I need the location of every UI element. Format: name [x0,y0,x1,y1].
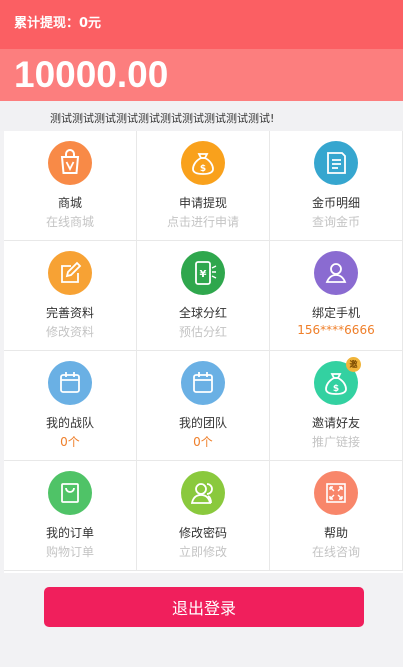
menu-item-label: 商城 [57,196,82,210]
calendar-icon [48,361,92,405]
menu-item-bind-phone[interactable]: 绑定手机 156****6666 [270,241,403,351]
users-icon [181,471,225,515]
notice-bar: 测试测试测试测试测试测试测试测试测试测试! [0,101,403,131]
menu-item-label: 我的团队 [178,416,227,430]
header-bar: 累计提现：0元 [0,0,403,49]
menu-item-withdraw[interactable]: $ 申请提现 点击进行申请 [137,131,270,241]
menu-item-change-password[interactable]: 修改密码 立即修改 [137,461,270,571]
edit-icon [48,251,92,295]
menu-item-sub: 点击进行申请 [166,215,239,229]
bound-phone-number: 156****6666 [297,323,375,337]
menu-item-sub: 在线咨询 [311,545,360,559]
menu-item-sub: 购物订单 [45,545,94,559]
shopping-bag-icon [48,141,92,185]
menu-item-help[interactable]: 帮助 在线咨询 [270,461,403,571]
menu-grid: 商城 在线商城 $ 申请提现 点击进行申请 金币明细 查询金币 完善资料 修改资… [4,131,403,573]
menu-item-sub: 查询金币 [311,215,360,229]
menu-item-label: 修改密码 [178,526,227,540]
total-withdraw-text: 累计提现：0元 [14,16,102,31]
menu-item-invite[interactable]: $ 邀 邀请好友 推广链接 [270,351,403,461]
balance-amount: 10000.00 [14,54,169,95]
team-count: 0个 [193,435,213,449]
menu-item-label: 帮助 [323,526,348,540]
menu-item-my-squad[interactable]: 我的战队 0个 [4,351,137,461]
shopping-bag-icon [48,471,92,515]
menu-item-coin-detail[interactable]: 金币明细 查询金币 [270,131,403,241]
menu-item-sub: 预估分红 [178,325,227,339]
document-icon [314,141,358,185]
logout-button[interactable]: 退出登录 [44,587,364,627]
menu-item-label: 邀请好友 [311,416,360,430]
menu-item-label: 申请提现 [178,196,227,210]
menu-item-sub: 立即修改 [178,545,227,559]
menu-item-sub: 在线商城 [45,215,94,229]
user-phone-icon [314,251,358,295]
menu-item-label: 全球分红 [178,306,227,320]
squad-count: 0个 [60,435,80,449]
svg-text:$: $ [333,384,339,394]
svg-text:¥: ¥ [200,269,207,280]
menu-item-mall[interactable]: 商城 在线商城 [4,131,137,241]
menu-item-label: 完善资料 [45,306,94,320]
phone-yuan-icon: ¥ [181,251,225,295]
menu-item-my-orders[interactable]: 我的订单 购物订单 [4,461,137,571]
expand-icon [314,471,358,515]
menu-item-profile[interactable]: 完善资料 修改资料 [4,241,137,351]
menu-item-label: 绑定手机 [311,306,360,320]
menu-item-my-team[interactable]: 我的团队 0个 [137,351,270,461]
menu-item-dividend[interactable]: ¥ 全球分红 预估分红 [137,241,270,351]
balance-bar: 10000.00 [0,49,403,101]
menu-item-sub: 修改资料 [45,325,94,339]
menu-item-label: 我的战队 [45,416,94,430]
menu-item-sub: 推广链接 [311,435,360,449]
notice-text: 测试测试测试测试测试测试测试测试测试测试! [50,112,275,125]
svg-text:$: $ [200,164,206,174]
money-bag-icon: $ [181,141,225,185]
invite-badge: 邀 [346,357,361,372]
calendar-icon [181,361,225,405]
menu-item-label: 我的订单 [45,526,94,540]
menu-item-label: 金币明细 [311,196,360,210]
